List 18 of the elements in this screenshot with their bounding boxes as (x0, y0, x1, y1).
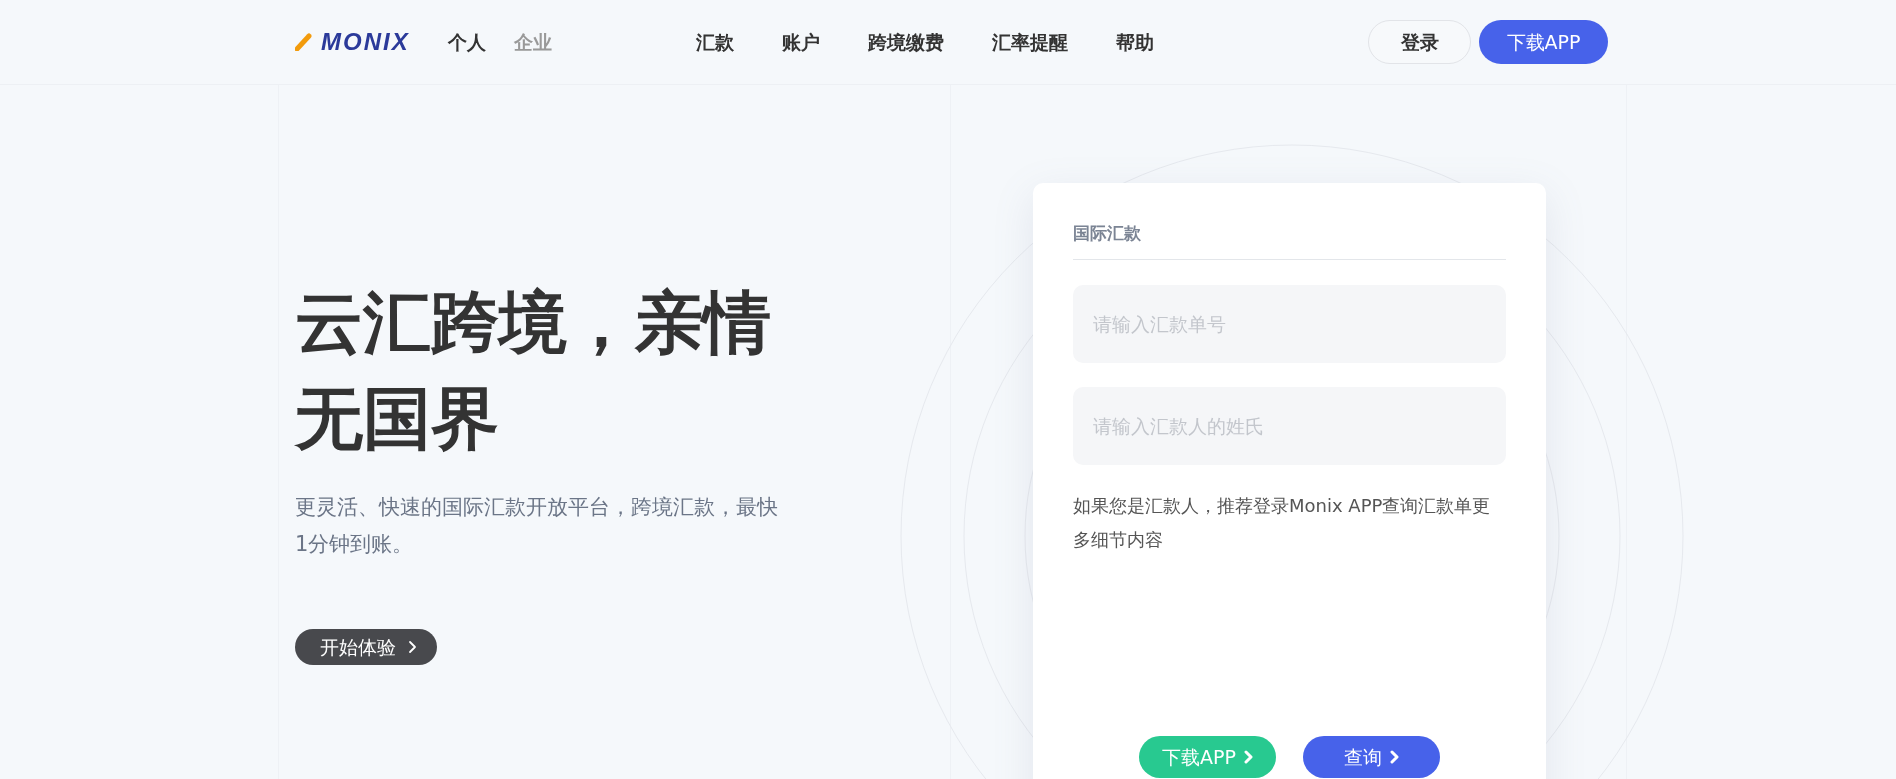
hero-subtitle: 更灵活、快速的国际汇款开放平台，跨境汇款，最快1分钟到账。 (295, 494, 779, 558)
query-button[interactable]: 查询 (1303, 736, 1440, 778)
nav-link[interactable]: 跨境缴费 (867, 27, 944, 57)
login-button[interactable]: 登录 (1368, 20, 1471, 64)
hero-title: 云汇跨境，亲情无国界 (295, 282, 772, 460)
nav-link[interactable]: 汇率提醒 (991, 27, 1068, 57)
nav-link[interactable]: 账户 (781, 27, 820, 57)
card-title: 国际汇款 (1073, 223, 1141, 243)
chevron-icon (1390, 750, 1399, 764)
chevron-icon (408, 640, 417, 654)
chevron-icon (1243, 750, 1253, 764)
nav-link[interactable]: 汇款 (695, 27, 734, 57)
nav-link[interactable]: 帮助 (1115, 27, 1154, 57)
segment-tab[interactable]: 个人 (433, 27, 500, 57)
card-note: 如果您是汇款人，推荐登录Monix APP查询汇款单更多细节内容 (1073, 493, 1492, 552)
start-button[interactable]: 开始体验 (295, 629, 437, 665)
download-button[interactable]: 下载APP (1479, 20, 1608, 64)
logo[interactable]: MONIX (321, 24, 410, 60)
